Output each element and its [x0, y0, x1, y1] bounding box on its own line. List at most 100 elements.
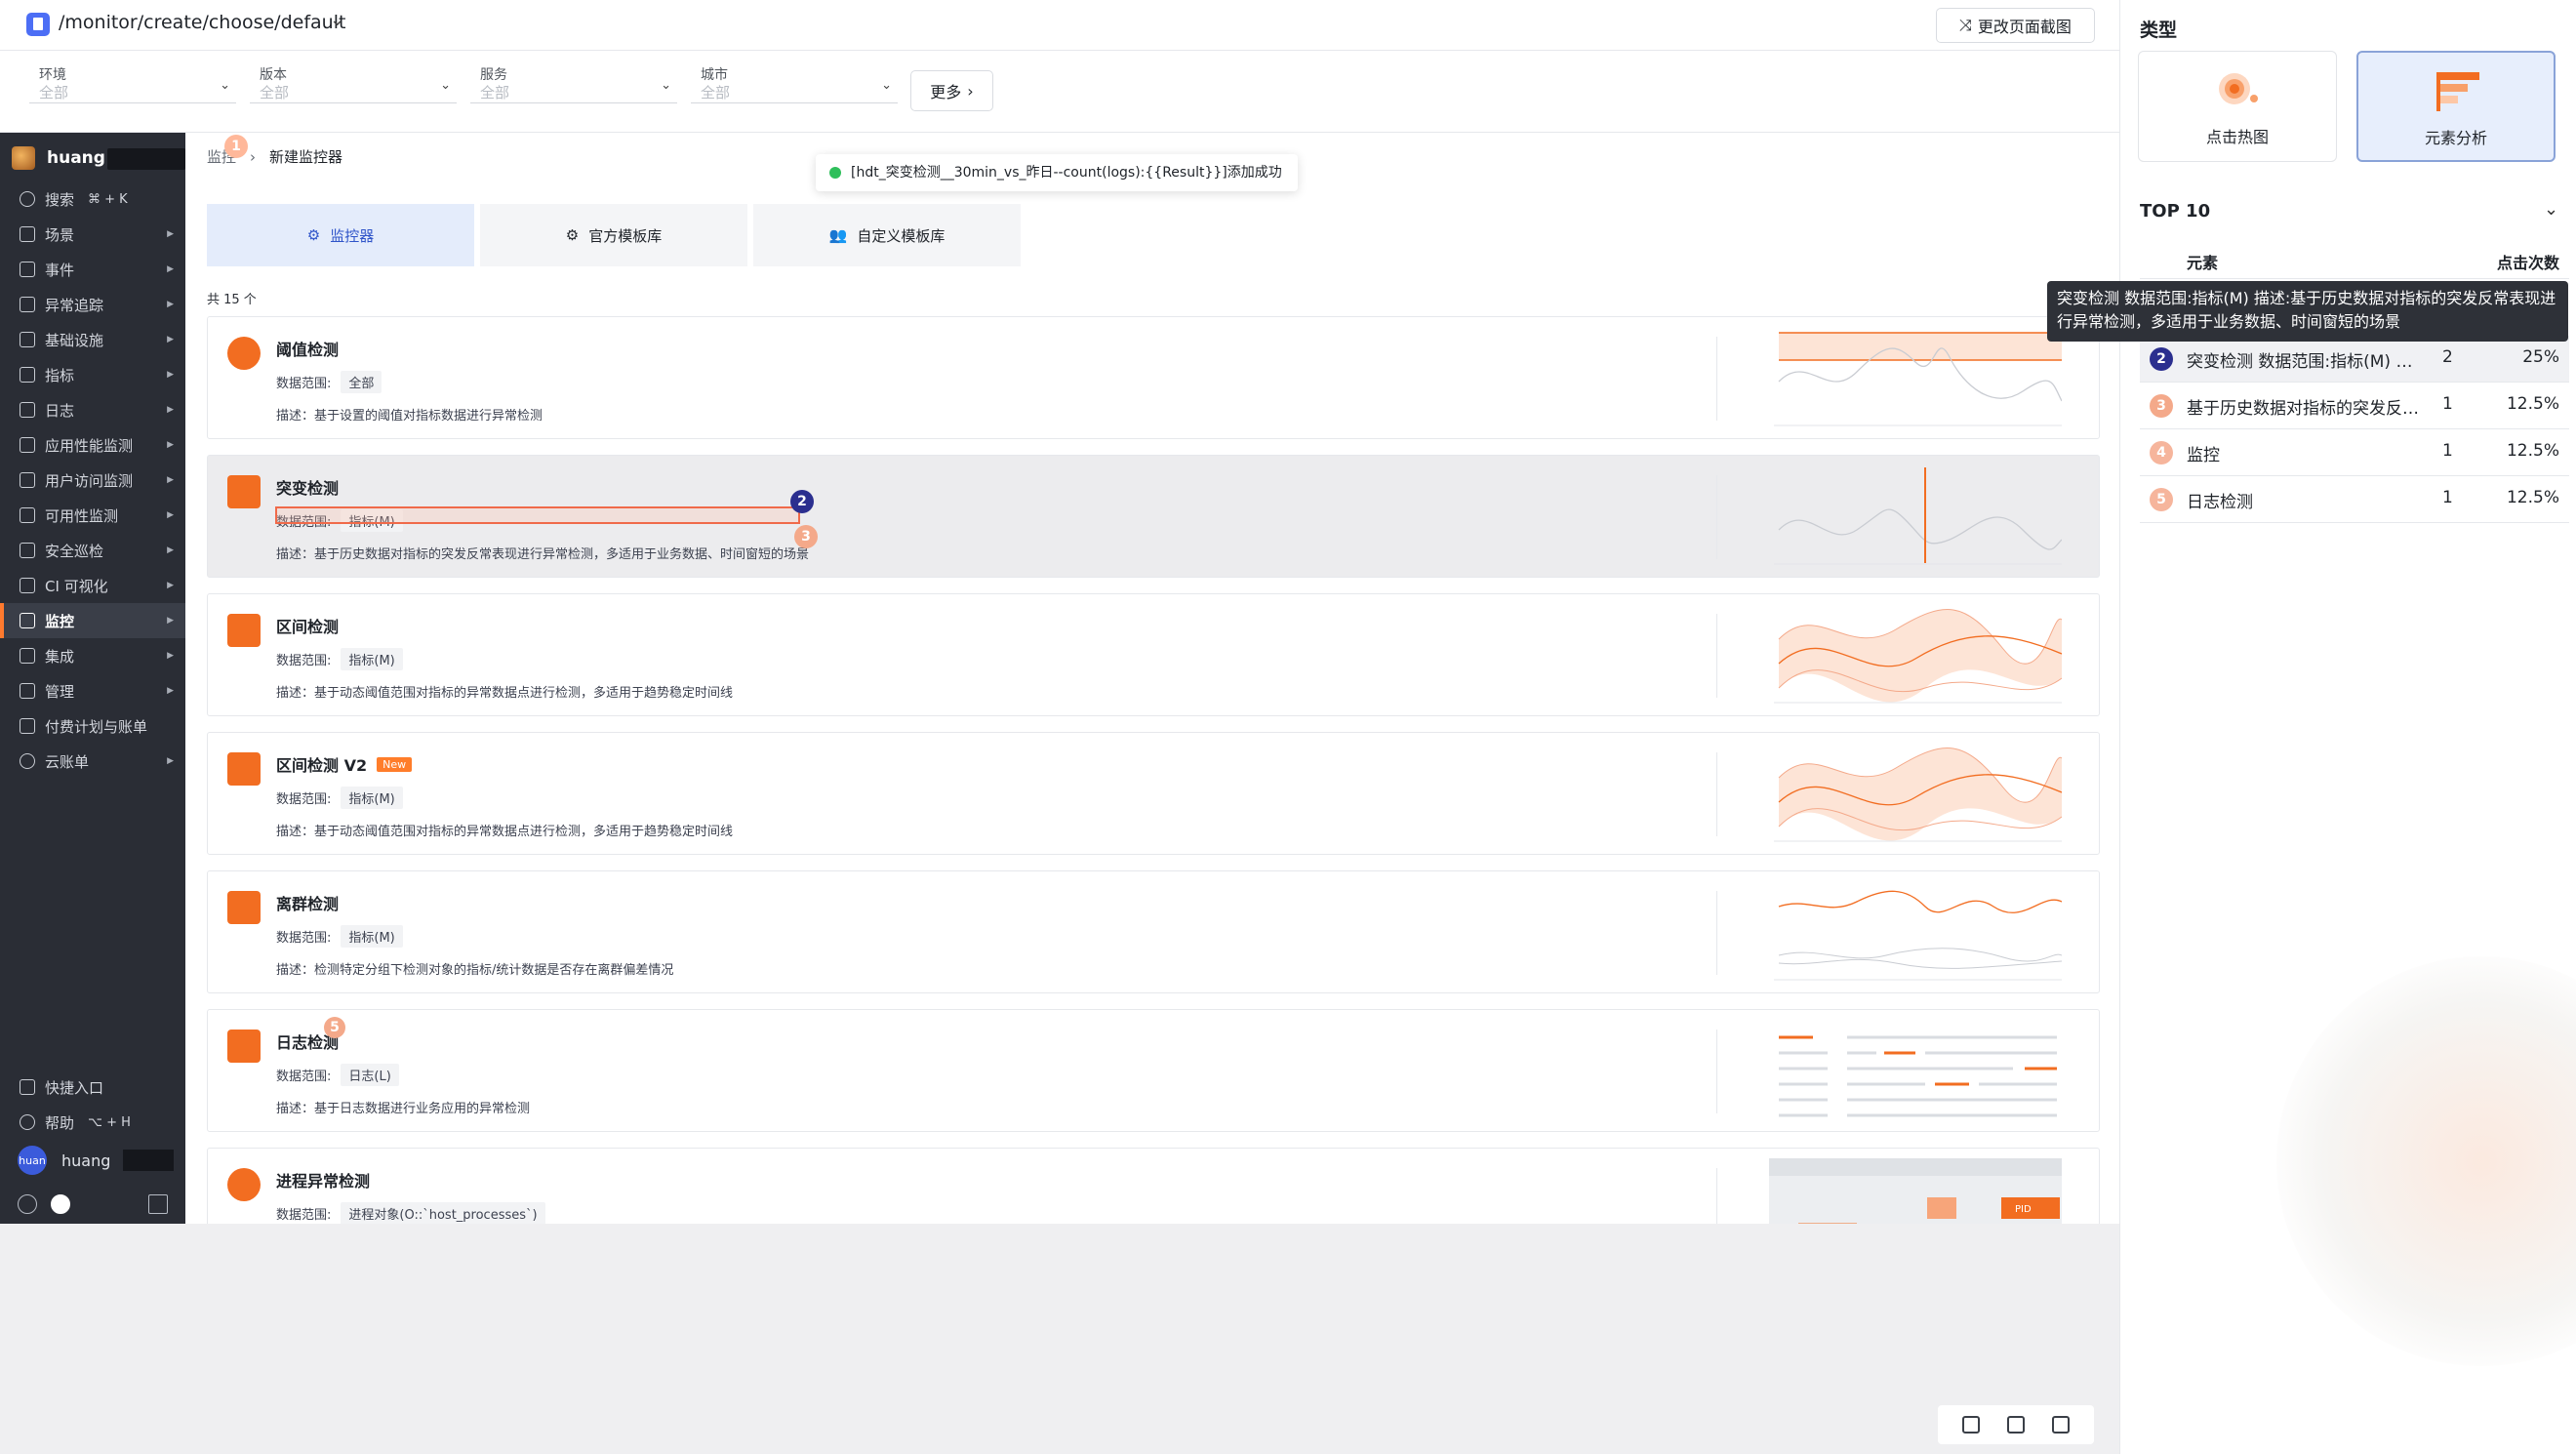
filter-label: 版本: [260, 67, 287, 83]
user-menu[interactable]: huan huang: [18, 1144, 179, 1175]
type-heatmap-card[interactable]: 点击热图: [2138, 51, 2337, 162]
ranking-row[interactable]: 3 基于历史数据对指标的突发反常表现进行异常检测 1 12.5%: [2140, 383, 2569, 429]
ci-icon: [20, 578, 35, 593]
chevron-down-icon: ⌄: [220, 78, 230, 93]
divider: [1716, 337, 1717, 421]
sidebar-item-trace[interactable]: 异常追踪 ▶: [0, 287, 185, 322]
collapse-menu-icon[interactable]: [148, 1194, 168, 1214]
filter-version[interactable]: 版本 全部 ⌄: [250, 62, 457, 103]
ranking-row[interactable]: 4 监控 1 12.5%: [2140, 429, 2569, 476]
range-tag: 指标(M): [341, 787, 403, 809]
workspace-switcher[interactable]: huang: [10, 144, 185, 172]
sidebar-item-event[interactable]: 事件 ▶: [0, 252, 185, 287]
sidebar-item-integration[interactable]: 集成 ▶: [0, 638, 185, 673]
more-label: 更多: [930, 83, 962, 101]
chevron-down-icon[interactable]: ⌄: [330, 10, 344, 30]
type-element-analysis-card[interactable]: 元素分析: [2356, 51, 2556, 162]
monitor-card-log[interactable]: 日志检测 数据范围: 日志(L) 描述：基于日志数据进行业务应用的异常检测: [207, 1009, 2100, 1132]
outlier-icon: [227, 891, 261, 924]
log-preview-chart: [1779, 1035, 2057, 1117]
sidebar-item-apm[interactable]: 应用性能监测 ▶: [0, 427, 185, 463]
click-rank-marker: 3: [794, 525, 818, 548]
filter-env[interactable]: 环境 全部 ⌄: [29, 62, 236, 103]
mutation-icon: [227, 475, 261, 508]
chevron-down-icon: ⌄: [661, 78, 671, 93]
sidebar-item-billing[interactable]: 付费计划与账单: [0, 708, 185, 744]
tab-custom-templates[interactable]: 👥 自定义模板库: [753, 204, 1021, 266]
chevron-right-icon: ▶: [167, 510, 174, 520]
filter-service[interactable]: 服务 全部 ⌄: [470, 62, 677, 103]
monitor-card-range-v2[interactable]: 区间检测 V2 New 数据范围: 指标(M) 描述：基于动态阈值范围对指标的异常数…: [207, 732, 2100, 855]
sidebar-item-label: 帮助: [45, 1113, 75, 1132]
dial-icon: [20, 507, 35, 523]
monitor-tabs: ⚙ 监控器 ⚙ 官方模板库 👥 自定义模板库: [207, 204, 1021, 266]
range-label: 数据范围:: [276, 377, 332, 391]
divider: [1716, 752, 1717, 836]
sidebar-item-scene[interactable]: 场景 ▶: [0, 217, 185, 252]
ranking-row[interactable]: 2 突变检测 数据范围:指标(M) 描述:基于历史数据对指标的突发反常表现进行异…: [2140, 336, 2569, 383]
sidebar-item-cloud-bill[interactable]: 云账单 ▶: [0, 744, 185, 779]
user-name: huang: [61, 1151, 111, 1170]
sidebar-item-label: 监控: [45, 612, 75, 630]
page-title: 新建监控器: [269, 148, 343, 166]
range-icon: [227, 614, 261, 647]
metric-icon: [20, 367, 35, 383]
person-icon[interactable]: [18, 1194, 37, 1214]
click-rank-marker: 2: [790, 490, 814, 513]
monitor-card-threshold[interactable]: 阈值检测 数据范围: 全部 描述：基于设置的阈值对指标数据进行异常检测: [207, 316, 2100, 439]
ranking-row[interactable]: 5 日志检测 1 12.5%: [2140, 476, 2569, 523]
card-title: 区间检测: [276, 614, 339, 637]
sidebar-item-shortcut[interactable]: 快捷入口: [0, 1070, 185, 1105]
outlier-preview-chart: [1774, 890, 2062, 981]
desktop-icon[interactable]: [2052, 1416, 2070, 1434]
analysis-panel: 类型 点击热图 元素分析 TOP 10 ⌄ 元素 点击次数 2 突变检测 数据范…: [2119, 0, 2576, 1454]
change-screenshot-button[interactable]: ⤨ 更改页面截图: [1936, 8, 2095, 43]
sidebar-item-log[interactable]: 日志 ▶: [0, 392, 185, 427]
filter-city[interactable]: 城市 全部 ⌄: [691, 62, 898, 103]
success-toast: [hdt_突变检测__30min_vs_昨日--count(logs):{{Re…: [816, 154, 1298, 191]
more-filters-button[interactable]: 更多 ›: [910, 70, 993, 111]
mobile-icon[interactable]: [1962, 1416, 1980, 1434]
background-decoration: [2276, 956, 2576, 1366]
eye-icon[interactable]: [51, 1194, 70, 1214]
monitor-card-outlier[interactable]: 离群检测 数据范围: 指标(M) 描述：检测特定分组下检测对象的指标/统计数据是否…: [207, 870, 2100, 993]
sidebar-item-monitor[interactable]: 监控 ▶: [0, 603, 185, 638]
rank-badge: 3: [2150, 394, 2173, 418]
sidebar-item-label: 云账单: [45, 752, 90, 771]
chevron-down-icon[interactable]: ⌄: [2544, 199, 2558, 220]
sidebar-item-metric[interactable]: 指标 ▶: [0, 357, 185, 392]
rank-badge: 4: [2150, 441, 2173, 464]
range-tag: 全部: [341, 371, 382, 393]
card-title-text: 离群检测: [276, 895, 340, 913]
sidebar-item-rum[interactable]: 用户访问监测 ▶: [0, 463, 185, 498]
card-range: 数据范围: 指标(M): [276, 787, 403, 809]
help-icon: [20, 1114, 35, 1130]
monitor-card-process[interactable]: 进程异常检测 数据范围: 进程对象(O::`host_processes`) PI…: [207, 1148, 2100, 1224]
sidebar-item-ci[interactable]: CI 可视化 ▶: [0, 568, 185, 603]
sidebar: huang 搜索 ⌘ + K 场景 ▶ 事件 ▶ 异常追踪 ▶ 基础设施 ▶ 指标 ▶ 日志…: [0, 133, 185, 1224]
sidebar-item-dial[interactable]: 可用性监测 ▶: [0, 498, 185, 533]
click-count: 1: [2442, 441, 2453, 461]
divider: [1716, 614, 1717, 698]
shortcut-hint: ⌘ + K: [88, 191, 128, 207]
sidebar-item-label: 付费计划与账单: [45, 717, 148, 736]
sidebar-item-infra[interactable]: 基础设施 ▶: [0, 322, 185, 357]
sidebar-item-search[interactable]: 搜索 ⌘ + K: [0, 182, 185, 217]
sidebar-item-manage[interactable]: 管理 ▶: [0, 673, 185, 708]
sidebar-item-help[interactable]: 帮助 ⌥ + H: [0, 1105, 185, 1140]
page-url[interactable]: /monitor/create/choose/default: [59, 12, 345, 33]
click-percent: 12.5%: [2506, 394, 2559, 414]
tab-official-templates[interactable]: ⚙ 官方模板库: [480, 204, 747, 266]
sidebar-item-security[interactable]: 安全巡检 ▶: [0, 533, 185, 568]
page-icon: [26, 13, 50, 36]
monitor-card-range[interactable]: 区间检测 数据范围: 指标(M) 描述：基于动态阈值范围对指标的异常数据点进行检测…: [207, 593, 2100, 716]
sidebar-item-label: 应用性能监测: [45, 436, 134, 455]
sidebar-item-label: 安全巡检: [45, 542, 104, 560]
tab-monitors[interactable]: ⚙ 监控器: [207, 204, 474, 266]
type-label: 元素分析: [2424, 129, 2487, 147]
sidebar-item-label: 事件: [45, 261, 75, 279]
element-tooltip: 突变检测 数据范围:指标(M) 描述:基于历史数据对指标的突发反常表现进行异常检…: [2047, 281, 2568, 342]
filter-value: 全部: [260, 84, 290, 101]
tablet-icon[interactable]: [2007, 1416, 2025, 1434]
card-description: 描述：基于历史数据对指标的突发反常表现进行异常检测，多适用于业务数据、时间窗短的…: [276, 547, 810, 562]
